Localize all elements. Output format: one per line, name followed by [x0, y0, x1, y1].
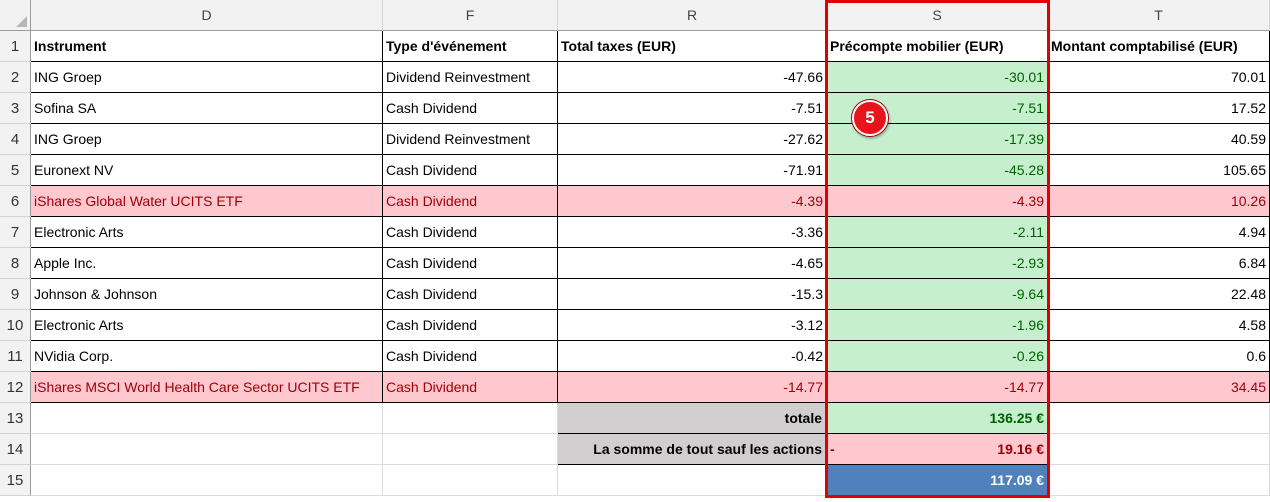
table-cell-withholding[interactable]: -45.28 — [827, 155, 1048, 186]
row-header[interactable]: 9 — [0, 279, 31, 310]
empty-cell[interactable] — [31, 434, 383, 465]
table-cell-withholding[interactable]: -2.11 — [827, 217, 1048, 248]
row-header[interactable]: 14 — [0, 434, 31, 465]
total-label[interactable]: totale — [558, 403, 827, 434]
result-value[interactable]: 117.09 € — [827, 465, 1048, 496]
table-cell-amount[interactable]: 105.65 — [1048, 155, 1270, 186]
table-cell-total-taxes[interactable]: -7.51 — [558, 93, 827, 124]
table-cell-instrument[interactable]: ING Groep — [31, 124, 383, 155]
empty-cell[interactable] — [1048, 465, 1270, 496]
empty-cell[interactable] — [31, 465, 383, 496]
column-header-f[interactable]: F — [383, 0, 558, 31]
row-header[interactable]: 2 — [0, 62, 31, 93]
select-all-corner[interactable] — [0, 0, 31, 31]
column-header-d[interactable]: D — [31, 0, 383, 31]
empty-cell[interactable] — [1048, 403, 1270, 434]
table-cell-total-taxes[interactable]: -3.36 — [558, 217, 827, 248]
row-header[interactable]: 6 — [0, 186, 31, 217]
empty-cell[interactable] — [383, 465, 558, 496]
header-cell-total-taxes[interactable]: Total taxes (EUR) — [558, 31, 827, 62]
empty-cell[interactable] — [383, 434, 558, 465]
column-header-s[interactable]: S — [827, 0, 1048, 31]
except-shares-amount: 19.16 € — [997, 441, 1044, 457]
row-header[interactable]: 1 — [0, 31, 31, 62]
table-cell-total-taxes[interactable]: -4.65 — [558, 248, 827, 279]
row-header[interactable]: 10 — [0, 310, 31, 341]
table-cell-total-taxes[interactable]: -4.39 — [558, 186, 827, 217]
table-cell-amount[interactable]: 6.84 — [1048, 248, 1270, 279]
row-header[interactable]: 12 — [0, 372, 31, 403]
table-cell-event[interactable]: Dividend Reinvestment — [383, 62, 558, 93]
table-cell-withholding[interactable]: -9.64 — [827, 279, 1048, 310]
header-cell-withholding[interactable]: Précompte mobilier (EUR) — [827, 31, 1048, 62]
table-cell-amount[interactable]: 34.45 — [1048, 372, 1270, 403]
table-cell-amount[interactable]: 4.94 — [1048, 217, 1270, 248]
table-cell-amount[interactable]: 4.58 — [1048, 310, 1270, 341]
empty-cell[interactable] — [1048, 434, 1270, 465]
table-cell-event[interactable]: Cash Dividend — [383, 186, 558, 217]
row-header[interactable]: 15 — [0, 465, 31, 496]
empty-cell[interactable] — [383, 403, 558, 434]
table-cell-amount[interactable]: 17.52 — [1048, 93, 1270, 124]
table-cell-instrument[interactable]: ING Groep — [31, 62, 383, 93]
table-cell-instrument[interactable]: NVidia Corp. — [31, 341, 383, 372]
column-header-r[interactable]: R — [558, 0, 827, 31]
table-cell-total-taxes[interactable]: -15.3 — [558, 279, 827, 310]
table-cell-event[interactable]: Cash Dividend — [383, 372, 558, 403]
table-cell-amount[interactable]: 40.59 — [1048, 124, 1270, 155]
table-cell-total-taxes[interactable]: -27.62 — [558, 124, 827, 155]
table-cell-instrument[interactable]: iShares MSCI World Health Care Sector UC… — [31, 372, 383, 403]
table-cell-total-taxes[interactable]: -47.66 — [558, 62, 827, 93]
row-header[interactable]: 13 — [0, 403, 31, 434]
row-header[interactable]: 11 — [0, 341, 31, 372]
table-cell-amount[interactable]: 10.26 — [1048, 186, 1270, 217]
table-cell-event[interactable]: Cash Dividend — [383, 341, 558, 372]
header-cell-amount[interactable]: Montant comptabilisé (EUR) — [1048, 31, 1270, 62]
table-cell-withholding[interactable]: -1.96 — [827, 310, 1048, 341]
table-cell-amount[interactable]: 0.6 — [1048, 341, 1270, 372]
step-marker-badge: 5 — [852, 100, 888, 136]
table-cell-total-taxes[interactable]: -71.91 — [558, 155, 827, 186]
table-cell-amount[interactable]: 22.48 — [1048, 279, 1270, 310]
except-shares-value[interactable]: - 19.16 € — [827, 434, 1048, 465]
minus-sign: - — [830, 441, 835, 457]
header-cell-instrument[interactable]: Instrument — [31, 31, 383, 62]
table-cell-total-taxes[interactable]: -3.12 — [558, 310, 827, 341]
table-cell-instrument[interactable]: Euronext NV — [31, 155, 383, 186]
table-cell-instrument[interactable]: Electronic Arts — [31, 217, 383, 248]
table-cell-event[interactable]: Cash Dividend — [383, 248, 558, 279]
row-header[interactable]: 7 — [0, 217, 31, 248]
total-value[interactable]: 136.25 € — [827, 403, 1048, 434]
row-header[interactable]: 4 — [0, 124, 31, 155]
table-cell-instrument[interactable]: iShares Global Water UCITS ETF — [31, 186, 383, 217]
table-cell-event[interactable]: Dividend Reinvestment — [383, 124, 558, 155]
table-cell-event[interactable]: Cash Dividend — [383, 155, 558, 186]
table-cell-total-taxes[interactable]: -14.77 — [558, 372, 827, 403]
table-cell-withholding[interactable]: -14.77 — [827, 372, 1048, 403]
column-header-t[interactable]: T — [1048, 0, 1270, 31]
table-cell-withholding[interactable]: -0.26 — [827, 341, 1048, 372]
row-header[interactable]: 8 — [0, 248, 31, 279]
table-cell-event[interactable]: Cash Dividend — [383, 279, 558, 310]
table-cell-instrument[interactable]: Sofina SA — [31, 93, 383, 124]
table-cell-instrument[interactable]: Electronic Arts — [31, 310, 383, 341]
table-cell-event[interactable]: Cash Dividend — [383, 217, 558, 248]
table-cell-withholding[interactable]: -2.93 — [827, 248, 1048, 279]
table-cell-instrument[interactable]: Johnson & Johnson — [31, 279, 383, 310]
table-cell-event[interactable]: Cash Dividend — [383, 310, 558, 341]
table-cell-event[interactable]: Cash Dividend — [383, 93, 558, 124]
empty-cell[interactable] — [31, 403, 383, 434]
header-cell-event-type[interactable]: Type d'événement — [383, 31, 558, 62]
table-cell-withholding[interactable]: -30.01 — [827, 62, 1048, 93]
table-cell-total-taxes[interactable]: -0.42 — [558, 341, 827, 372]
table-cell-withholding[interactable]: -4.39 — [827, 186, 1048, 217]
row-header[interactable]: 5 — [0, 155, 31, 186]
table-cell-instrument[interactable]: Apple Inc. — [31, 248, 383, 279]
table-cell-amount[interactable]: 70.01 — [1048, 62, 1270, 93]
empty-cell[interactable] — [558, 465, 827, 496]
row-header[interactable]: 3 — [0, 93, 31, 124]
except-shares-label[interactable]: La somme de tout sauf les actions — [558, 434, 827, 465]
